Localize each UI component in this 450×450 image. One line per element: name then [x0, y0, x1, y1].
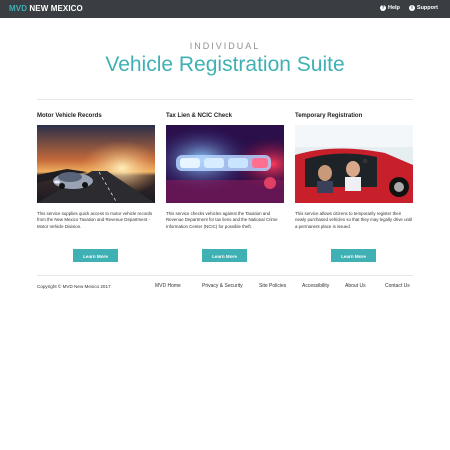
support-link[interactable]: i Support: [408, 5, 438, 11]
card-temporary-registration: Temporary Registration This service allo…: [295, 113, 413, 262]
card-motor-vehicle-records: Motor Vehicle Records This service suppl…: [37, 113, 155, 262]
brand-logo[interactable]: MVD NEW MEXICO: [9, 4, 83, 13]
card-description: This service checks vehicles against the…: [166, 211, 278, 229]
card-tax-lien-ncic: Tax Lien & NCIC Check This service check…: [166, 113, 284, 262]
footer-link-accessibility[interactable]: Accessibility: [302, 283, 329, 289]
footer-nav: MVD Home Privacy & Security Site Policie…: [0, 283, 450, 291]
brand-prefix: MVD: [9, 4, 28, 13]
new-car-owners-image: [295, 125, 413, 203]
header-divider: [37, 99, 413, 100]
support-icon: i: [408, 5, 415, 11]
support-label: Support: [416, 5, 438, 11]
police-lights-image: [166, 125, 284, 203]
footer-link-about-us[interactable]: About Us: [345, 283, 366, 289]
card-description: This service allows citizens to temporar…: [295, 211, 413, 229]
learn-more-button-motor-vehicle-records[interactable]: Learn More: [73, 249, 118, 262]
card-title: Tax Lien & NCIC Check: [166, 113, 232, 119]
learn-more-button-tax-lien-ncic[interactable]: Learn More: [202, 249, 247, 262]
top-nav: ? Help i Support: [379, 5, 438, 11]
help-link[interactable]: ? Help: [379, 5, 400, 11]
footer-link-site-policies[interactable]: Site Policies: [259, 283, 286, 289]
top-bar: MVD NEW MEXICO ? Help i Support: [0, 0, 450, 18]
help-icon: ?: [379, 5, 386, 11]
card-title: Motor Vehicle Records: [37, 113, 102, 119]
car-road-image: [37, 125, 155, 203]
page-eyebrow: INDIVIDUAL: [189, 41, 261, 51]
card-description: This service supplies quick access to mo…: [37, 211, 153, 229]
brand-suffix: NEW MEXICO: [29, 4, 83, 13]
page-title: Vehicle Registration Suite: [105, 53, 345, 76]
card-title: Temporary Registration: [295, 113, 363, 119]
help-label: Help: [387, 5, 400, 11]
footer-divider: [37, 275, 413, 276]
learn-more-button-temporary-registration[interactable]: Learn More: [331, 249, 376, 262]
footer-link-mvd-home[interactable]: MVD Home: [155, 283, 181, 289]
footer-link-privacy-security[interactable]: Privacy & Security: [202, 283, 243, 289]
footer-link-contact-us[interactable]: Contact Us: [385, 283, 410, 289]
